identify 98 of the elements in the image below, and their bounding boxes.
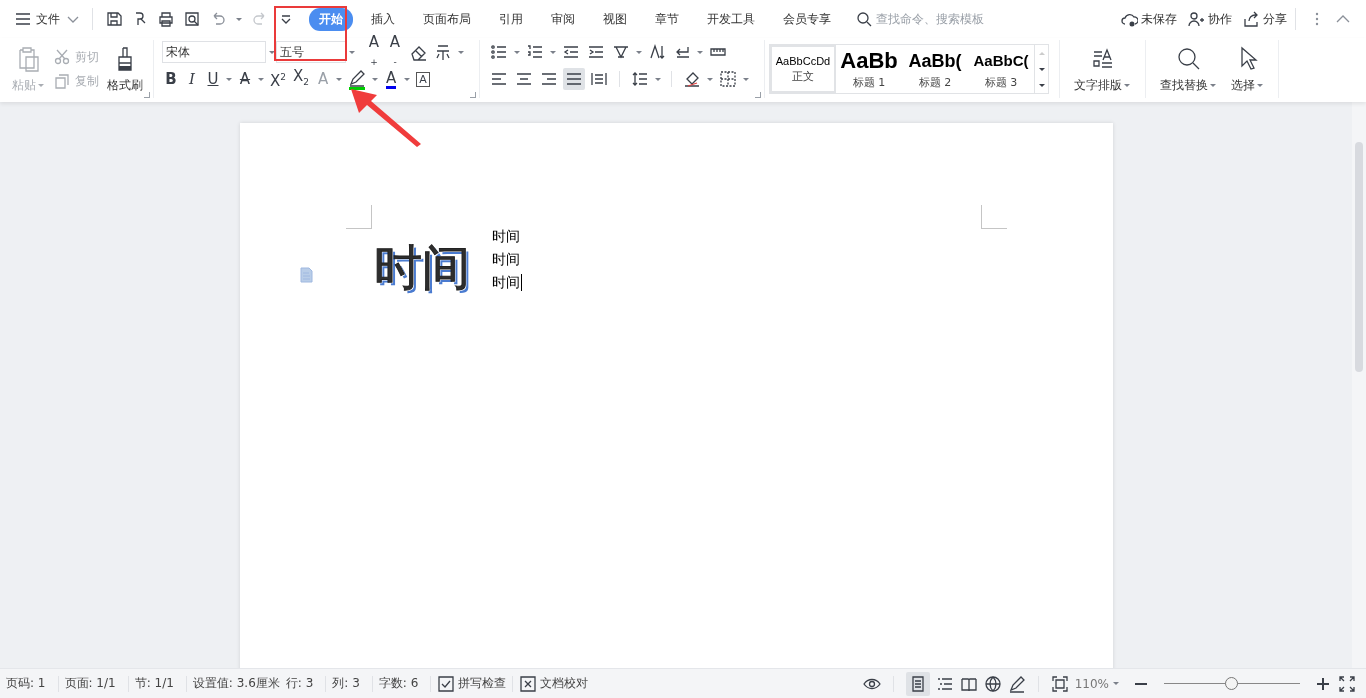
dropdown-caret-icon[interactable] [235,16,243,22]
dropdown-caret-icon[interactable] [403,76,412,82]
spell-check-icon [437,674,456,693]
dropdown-caret-icon [1112,681,1120,686]
clipboard-icon [16,44,41,74]
select-button[interactable]: 选择 [1231,44,1264,94]
text-line: 时间 [491,227,520,246]
ribbon-tab[interactable]: 开发工具 [697,7,765,31]
share-icon [1242,10,1260,28]
ribbon-tab[interactable]: 引用 [489,7,533,31]
slider-thumb[interactable] [1225,676,1238,690]
copy-icon [53,72,71,90]
font-color-button[interactable]: A [382,69,401,89]
dropdown-caret-icon [513,49,521,55]
proofread-icon [519,674,538,693]
proofread-button[interactable]: 文档校对 [519,674,589,693]
dropdown-caret-icon [742,76,750,82]
zoom-level-button[interactable]: 110% [1074,676,1120,691]
text-line: 时间 [491,273,520,292]
text-cursor [520,274,522,291]
script-button[interactable]: X$_{2}$ [291,66,312,92]
print-icon[interactable] [157,10,175,28]
group-launcher-icon[interactable] [470,92,476,98]
fit-page-icon[interactable] [1050,674,1069,693]
dropdown-caret-icon [635,49,643,55]
status-text: 行: 3 [285,675,314,692]
dropdown-caret-icon[interactable] [348,49,356,55]
status-text: 页面: 1/1 [64,675,116,692]
style-option[interactable]: AaBb( 标题 2 [902,45,968,93]
style-option[interactable]: AaBbCcDd 正文 [770,45,836,93]
dropdown-caret-icon [37,83,45,88]
expand-gallery-icon[interactable] [1037,82,1046,88]
text-line: 时间 [491,250,520,269]
annotation-arrow [351,89,421,147]
search-icon [855,10,873,28]
style-option[interactable]: AaBb 标题 1 [836,45,902,93]
dropdown-caret-icon[interactable] [335,76,344,82]
ribbon-tab[interactable]: 视图 [593,7,637,31]
scissors-icon [53,48,71,66]
spell-check-button[interactable]: 拼写检查 [437,674,507,693]
ribbon-tab[interactable]: 审阅 [541,7,585,31]
dropdown-caret-icon [696,49,704,55]
collaborate-button[interactable]: 协作 [1187,10,1232,28]
status-text: 页码: 1 [6,675,46,692]
menu-icon [14,10,32,28]
pen-icon[interactable] [1007,674,1026,693]
scrollbar-thumb[interactable] [1355,142,1363,372]
print-preview-icon[interactable] [183,10,201,28]
art-text: 时间 [373,238,470,296]
dropdown-caret-icon [457,49,465,55]
margin-corner-mark [980,205,1007,229]
dropdown-caret-icon[interactable] [225,76,233,82]
dropdown-caret-icon [549,49,557,55]
ribbon-tab[interactable]: 页面布局 [413,7,481,31]
font-name-field[interactable]: 宋体 [162,41,266,63]
group-launcher-icon[interactable] [755,92,761,98]
dropdown-caret-icon[interactable] [257,76,265,82]
format-painter-button[interactable]: 格式刷 [107,44,143,94]
font-size-field[interactable]: 五号 [276,41,346,63]
status-text: 节: 1/1 [134,675,174,692]
dropdown-caret-icon [1256,83,1264,88]
globe-icon[interactable] [983,674,1002,693]
dropdown-caret-icon[interactable] [371,76,380,82]
text-layout-button[interactable]: 文字排版 [1074,44,1131,94]
fullscreen-icon[interactable] [1338,674,1356,693]
ribbon-tab[interactable]: 会员专享 [773,7,841,31]
status-text: 字数: 6 [378,675,419,692]
justify-icon[interactable] [563,68,585,90]
dropdown-caret-icon [1123,83,1131,88]
save-status-button[interactable]: 未保存 [1120,10,1177,28]
character-border-button[interactable]: A [414,71,433,87]
dropdown-caret-icon [654,76,662,82]
margin-corner-mark [345,205,372,229]
borders-icon[interactable] [717,68,739,90]
ribbon-tab[interactable]: 章节 [645,7,689,31]
status-text: 列: 3 [332,675,360,692]
group-launcher-icon[interactable] [144,92,150,98]
vertical-scrollbar[interactable] [1352,102,1366,668]
italic-button[interactable]: I [183,69,201,89]
share-button[interactable]: 分享 [1242,10,1287,28]
dropdown-caret-icon[interactable] [268,49,276,55]
highlighter-icon [348,68,367,87]
script-button[interactable]: X$^{2}$ [268,67,288,91]
style-option[interactable]: AaBbC( 标题 3 [968,45,1034,93]
status-text: 设置值: 3.6厘米 [192,675,280,692]
file-menu-button[interactable]: 文件 [12,10,84,28]
find-replace-button[interactable]: 查找替换 [1160,44,1217,94]
add-person-icon [1187,10,1205,28]
underline-button[interactable]: U [204,69,222,89]
dropdown-caret-icon [1209,83,1217,88]
save-icon[interactable] [105,10,123,28]
dropdown-caret-icon [706,76,714,82]
bold-button[interactable]: B [162,69,180,89]
page-view-icon[interactable] [905,671,930,696]
strikethrough-button[interactable]: A [236,69,254,89]
scroll-down-icon[interactable] [1037,66,1046,72]
ribbon-tab[interactable]: 插入 [361,7,405,31]
search-field[interactable]: 查找命令、搜索模板 [855,10,1026,28]
